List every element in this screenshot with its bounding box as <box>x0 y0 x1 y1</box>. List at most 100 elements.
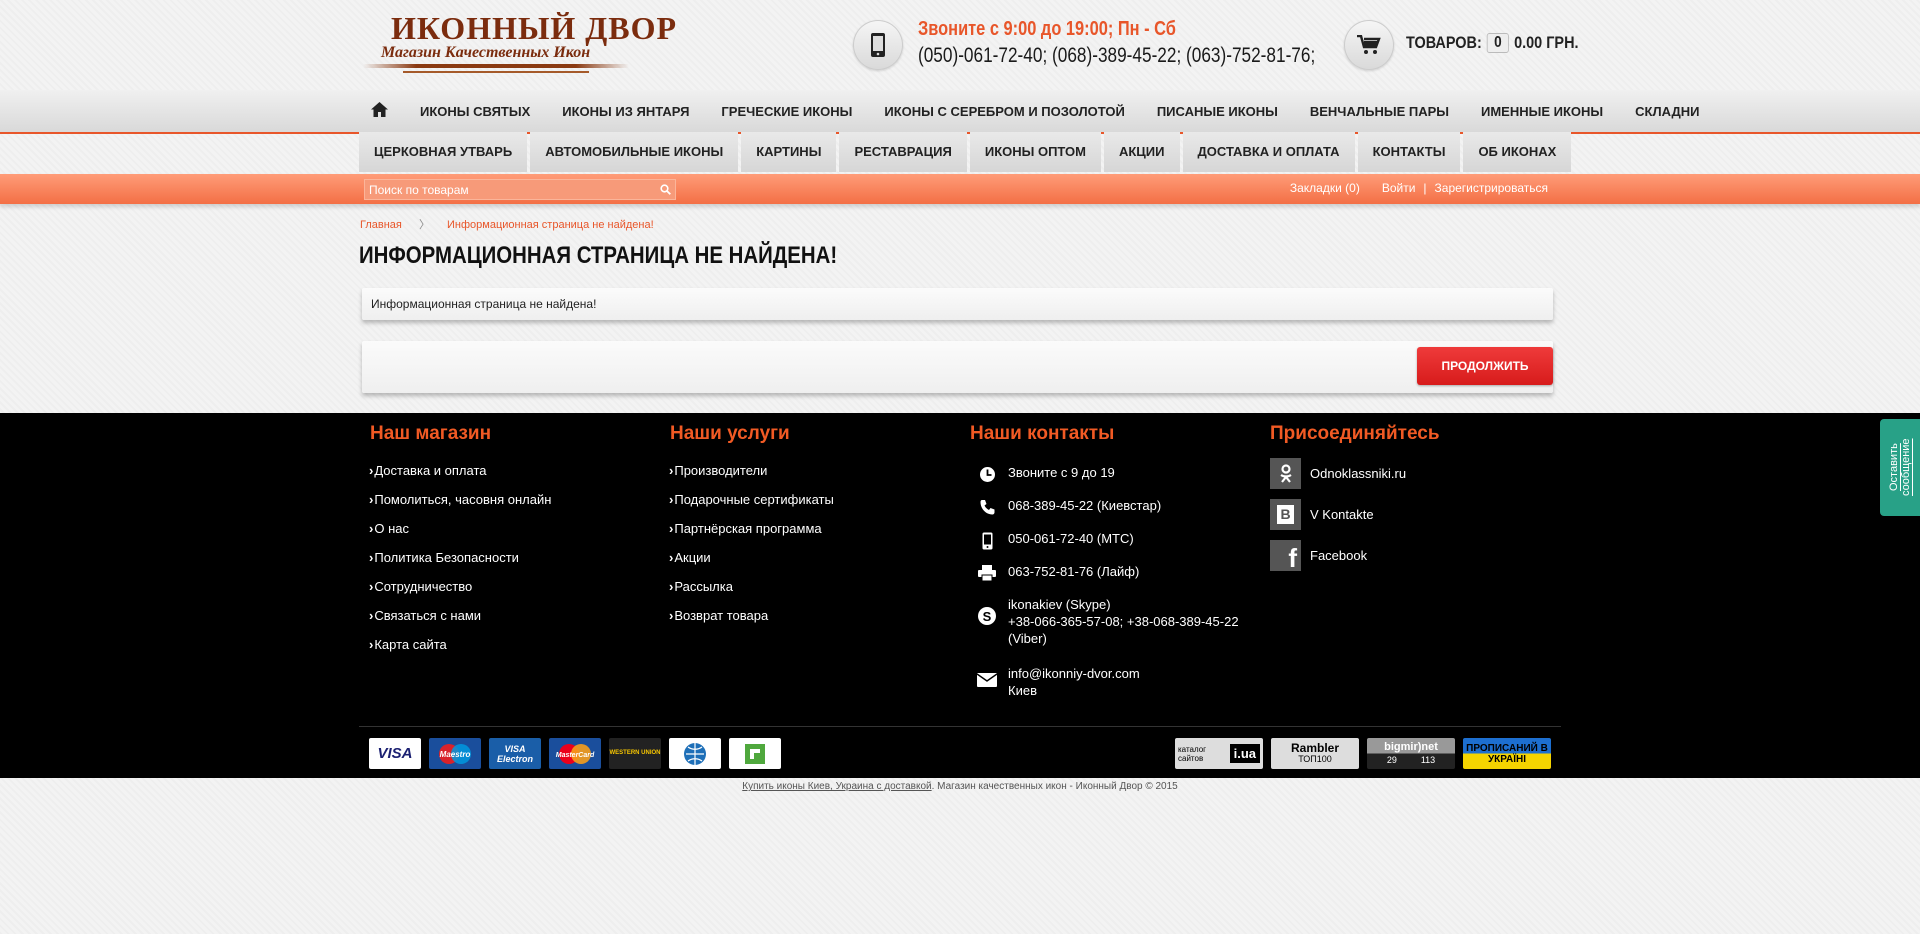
nav-item-painted[interactable]: ПИСАНЫЕ ИКОНЫ <box>1141 104 1294 119</box>
link-separator: | <box>1423 181 1427 195</box>
footer-link-about[interactable]: О нас <box>369 521 551 550</box>
social-facebook[interactable]: f Facebook <box>1270 540 1367 571</box>
search-input[interactable] <box>365 182 655 197</box>
home-icon[interactable] <box>359 102 404 120</box>
continue-button[interactable]: ПРОДОЛЖИТЬ <box>1417 347 1553 385</box>
nav-item-paintings[interactable]: КАРТИНЫ <box>741 132 837 172</box>
nav-item-wedding[interactable]: ВЕНЧАЛЬНЫЕ ПАРЫ <box>1294 104 1465 119</box>
footer-link-privacy[interactable]: Политика Безопасности <box>369 550 551 579</box>
footer-link-specials[interactable]: Акции <box>669 550 834 579</box>
main-nav: ИКОНЫ СВЯТЫХ ИКОНЫ ИЗ ЯНТАРЯ ГРЕЧЕСКИЕ И… <box>0 90 1920 134</box>
skype-icon: S <box>976 596 998 647</box>
nav-item-about-icons[interactable]: ОБ ИКОНАХ <box>1463 132 1572 172</box>
mastercard-logo: MasterCard <box>549 738 601 769</box>
breadcrumb-separator: 〉 <box>418 219 430 231</box>
cart-label: ТОВАРОВ: <box>1406 33 1482 52</box>
mastercard-text: MasterCard <box>556 752 595 759</box>
visa-electron-text: VISA Electron <box>496 743 533 764</box>
message-box: Информационная страница не найдена! <box>362 288 1553 320</box>
nav-item-amber[interactable]: ИКОНЫ ИЗ ЯНТАРЯ <box>546 104 705 119</box>
logo-title: ИКОННЫЙ ДВОР <box>391 10 678 46</box>
mobile-phone-icon <box>853 20 903 70</box>
webmoney-logo <box>669 738 721 769</box>
mobile-icon <box>976 530 998 550</box>
footer-link-gift-certificates[interactable]: Подарочные сертификаты <box>669 492 833 521</box>
nav-item-folding[interactable]: СКЛАДНИ <box>1619 104 1715 119</box>
footer-link-sitemap[interactable]: Карта сайта <box>369 637 551 666</box>
svg-text:S: S <box>983 609 992 624</box>
nav-item-saints[interactable]: ИКОНЫ СВЯТЫХ <box>404 104 546 119</box>
nav-item-contacts[interactable]: КОНТАКТЫ <box>1357 132 1461 172</box>
contact-email: info@ikonniy-dvor.com Киев <box>976 665 1140 699</box>
contact-email-text[interactable]: info@ikonniy-dvor.com <box>1008 665 1140 682</box>
footer-services-heading: Наши услуги <box>670 423 790 444</box>
footer-link-delivery[interactable]: Доставка и оплата <box>369 463 551 492</box>
login-link[interactable]: Войти <box>1378 181 1420 195</box>
nav-item-greek[interactable]: ГРЕЧЕСКИЕ ИКОНЫ <box>705 104 868 119</box>
bigmir-count-a: 29 <box>1386 754 1397 765</box>
copyright-text: . Магазин качественных икон - Иконный Дв… <box>931 781 1178 792</box>
western-union-logo: WESTERN UNION <box>609 738 661 769</box>
footer-shop-links: Доставка и оплата Помолиться, часовня он… <box>369 463 551 666</box>
leave-message-widget[interactable]: Оставить сообщение <box>1880 419 1920 516</box>
facebook-icon: f <box>1270 540 1301 571</box>
logo-ornament <box>363 64 629 68</box>
nav-item-wholesale[interactable]: ИКОНЫ ОПТОМ <box>969 132 1101 172</box>
breadcrumb-home[interactable]: Главная <box>360 219 402 231</box>
iua-counter[interactable]: каталог сайтов i.ua <box>1175 738 1263 769</box>
contact-hours-text: Звоните с 9 до 19 <box>1008 465 1115 480</box>
rambler-text: Rambler <box>1290 740 1340 755</box>
contact-life-text: 063-752-81-76 (Лайф) <box>1008 564 1140 579</box>
clock-icon <box>976 464 998 483</box>
footer-link-returns[interactable]: Возврат товара <box>669 608 834 637</box>
social-odnoklassniki[interactable]: Odnoklassniki.ru <box>1270 458 1406 489</box>
social-vkontakte[interactable]: B V Kontakte <box>1270 499 1374 530</box>
nav-item-silver-gilt[interactable]: ИКОНЫ С СЕРЕБРОМ И ПОЗОЛОТОЙ <box>868 104 1140 119</box>
nav-item-church-utensils[interactable]: ЦЕРКОВНАЯ УТВАРЬ <box>359 132 528 172</box>
social-vkontakte-label: V Kontakte <box>1310 507 1374 522</box>
fax-icon <box>976 563 998 581</box>
contact-mts-text: 050-061-72-40 (МТС) <box>1008 531 1134 546</box>
footer-services-links: Производители Подарочные сертификаты Пар… <box>669 463 834 637</box>
leave-message-label: Оставить сообщение <box>1888 438 1912 497</box>
footer-link-affiliate[interactable]: Партнёрская программа <box>669 521 834 550</box>
cart-icon[interactable] <box>1344 20 1394 70</box>
footer-divider <box>359 726 1561 727</box>
site-logo[interactable]: ИКОННЫЙ ДВОР Магазин Качественных Икон <box>363 10 676 78</box>
buttons-box: ПРОДОЛЖИТЬ <box>362 341 1553 393</box>
logo-ornament-line <box>403 71 589 73</box>
maestro-text: Maestro <box>440 750 471 759</box>
vkontakte-icon: B <box>1270 499 1301 530</box>
footer: Наш магазин Доставка и оплата Помолиться… <box>0 413 1920 778</box>
footer-link-chapel[interactable]: Помолиться, часовня онлайн <box>369 492 551 521</box>
nav-item-promotions[interactable]: АКЦИИ <box>1103 132 1180 172</box>
footer-link-newsletter[interactable]: Рассылка <box>669 579 834 608</box>
bigmir-counter[interactable]: bigmir)net 29 113 <box>1367 738 1455 769</box>
breadcrumb-current[interactable]: Информационная страница не найдена! <box>447 219 654 231</box>
working-hours: Звоните с 9:00 до 19:00; Пн - Сб <box>918 18 1176 40</box>
odnoklassniki-icon <box>1270 458 1301 489</box>
contact-viber-text: +38-066-365-57-08; +38-068-389-45-22 (Vi… <box>1008 614 1239 646</box>
nav-item-delivery[interactable]: ДОСТАВКА И ОПЛАТА <box>1182 132 1355 172</box>
contact-life: 063-752-81-76 (Лайф) <box>976 563 1139 581</box>
secondary-nav: ЦЕРКОВНАЯ УТВАРЬ АВТОМОБИЛЬНЫЕ ИКОНЫ КАР… <box>0 132 1920 174</box>
rambler-sub-text: ТОП100 <box>1298 753 1332 764</box>
nav-item-restoration[interactable]: РЕСТАВРАЦИЯ <box>839 132 967 172</box>
nav-item-named[interactable]: ИМЕННЫЕ ИКОНЫ <box>1465 104 1619 119</box>
footer-link-manufacturers[interactable]: Производители <box>669 463 834 492</box>
cart-count: 0 <box>1486 33 1509 53</box>
search-icon[interactable] <box>655 180 675 199</box>
footer-link-contact-us[interactable]: Связаться с нами <box>369 608 551 637</box>
bigmir-count-b: 113 <box>1420 754 1436 765</box>
breadcrumb: Главная 〉 Информационная страница не най… <box>360 216 654 232</box>
nav-item-car-icons[interactable]: АВТОМОБИЛЬНЫЕ ИКОНЫ <box>530 132 739 172</box>
rambler-counter[interactable]: Rambler ТОП100 <box>1271 738 1359 769</box>
ukraine-badge[interactable]: ПРОПИСАНИЙ В УКРАЇНІ <box>1463 738 1551 769</box>
footer-link-cooperation[interactable]: Сотрудничество <box>369 579 551 608</box>
copyright-link[interactable]: Купить иконы Киев, Украина с доставкой <box>742 781 931 792</box>
register-link[interactable]: Зарегистрироваться <box>1431 181 1552 195</box>
contact-skype: S ikonakiev (Skype) +38-066-365-57-08; +… <box>976 596 1248 647</box>
bookmarks-link[interactable]: Закладки (0) <box>1286 181 1364 195</box>
cart-summary[interactable]: ТОВАРОВ: 0 0.00 ГРН. <box>1406 33 1579 53</box>
search-bar: Закладки (0) Войти | Зарегистрироваться <box>0 174 1920 204</box>
